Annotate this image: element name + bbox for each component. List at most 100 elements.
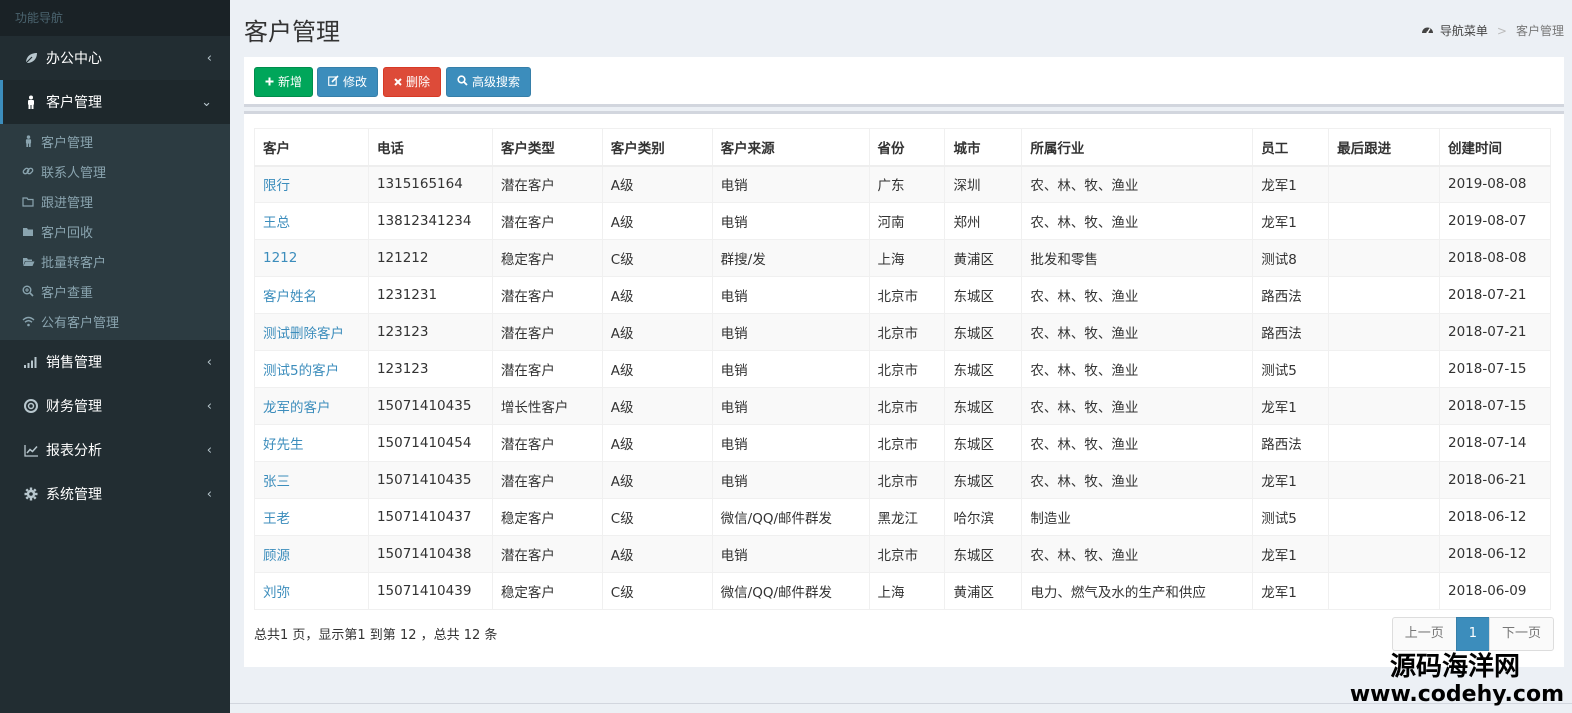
sidebar-subitem-duplicate-check[interactable]: 客户查重 [0,276,230,306]
chevron-left-icon: ‹ [206,398,212,414]
page-1-button[interactable]: 1 [1455,617,1490,651]
customer-name-link[interactable]: 测试删除客户 [254,313,369,351]
table-cell: 潜在客户 [491,313,603,351]
customer-name-link[interactable]: 龙军的客户 [254,387,369,425]
table-cell: 东城区 [944,535,1023,573]
customer-name-link[interactable]: 客户姓名 [254,276,369,314]
customer-name-link[interactable]: 张三 [254,461,369,499]
table-row[interactable]: 顾源 15071410438 潜在客户 A级 电销 北京市 东城区 农、林、牧、渔业 龙军1 20… [254,535,1552,573]
column-header[interactable]: 电话 [367,128,493,167]
table-cell: 测试5 [1252,350,1330,388]
add-button[interactable]: 新增 [254,67,314,97]
table-row[interactable]: 龙军的客户 15071410435 增长性客户 A级 电销 北京市 东城区 农、林、牧、渔业龙… [254,387,1552,425]
customer-name-link[interactable]: 顾源 [254,535,369,573]
sidebar-subitem-label: 联系人管理 [41,165,107,181]
table-row[interactable]: 好先生 15071410454 潜在客户 A级 电销 北京市 东城区 农、林、牧、渔业 路西法 2… [254,424,1552,462]
sidebar-subitem-public-customer[interactable]: 公有客户管理 [0,306,230,336]
table-cell: 路西法 [1252,276,1330,314]
table-cell: 测试8 [1252,239,1330,277]
column-header[interactable]: 客户类型 [491,128,603,167]
sidebar-item-report[interactable]: 报表分析 ‹ [0,428,230,472]
table-cell: 北京市 [868,387,946,425]
table-row[interactable]: 刘弥 15071410439 稳定客户 C级 微信/QQ/邮件群发 上海 黄浦区 电力、燃气及… [254,572,1552,610]
table-cell: 15071410439 [367,572,493,610]
table-cell: 2019-08-08 [1438,165,1552,203]
table-cell: 潜在客户 [491,202,603,240]
sidebar-item-system[interactable]: 系统管理 ‹ [0,472,230,516]
table-cell: 2018-07-21 [1438,313,1552,351]
customer-name-link[interactable]: 王老 [254,498,369,536]
table-cell: 龙军1 [1252,461,1330,499]
sidebar-item-office[interactable]: 办公中心 ‹ [0,36,230,80]
column-header[interactable]: 省份 [868,128,946,167]
prev-page-button[interactable]: 上一页 [1391,617,1457,651]
leaf-icon [21,51,41,65]
table-cell: 2018-08-08 [1438,239,1552,277]
folder-outline-icon [20,196,36,207]
edit-button[interactable]: 修改 [317,67,379,97]
breadcrumb-home[interactable]: 导航菜单 [1440,22,1488,39]
table-row[interactable]: 客户姓名 1231231 潜在客户 A级 电销 北京市 东城区 农、林、牧、渔业 路西法 2018… [254,276,1552,314]
table-row[interactable]: 王老 15071410437 稳定客户 C级 微信/QQ/邮件群发 黑龙江 哈尔滨 制造业 测试… [254,498,1552,536]
table-cell [1328,350,1440,388]
search-icon [457,68,468,96]
chevron-left-icon: ‹ [206,354,212,370]
table-cell [1328,461,1440,499]
customer-name-link[interactable]: 限行 [254,165,369,203]
table-cell: 潜在客户 [491,350,603,388]
customer-name-link[interactable]: 好先生 [254,424,369,462]
table-cell: 电销 [711,387,870,425]
advanced-search-button[interactable]: 高级搜索 [446,67,532,97]
customer-name-link[interactable]: 1212 [254,239,369,277]
table-row[interactable]: 1212 121212 稳定客户 C级 群搜/发 上海 黄浦区 批发和零售 测试8 2018-08… [254,239,1552,277]
table-cell: 北京市 [868,424,946,462]
sidebar-item-customer[interactable]: 客户管理 ⌄ [0,80,230,124]
customer-name-link[interactable]: 刘弥 [254,572,369,610]
customer-name-link[interactable]: 王总 [254,202,369,240]
column-header[interactable]: 客户来源 [711,128,870,167]
table-row[interactable]: 测试删除客户 123123 潜在客户 A级 电销 北京市 东城区 农、林、牧、渔业 路西法 201… [254,313,1552,351]
table-cell: 上海 [868,239,946,277]
sidebar-subitem-followup[interactable]: 跟进管理 [0,186,230,216]
table-cell: 微信/QQ/邮件群发 [711,572,870,610]
sidebar-subitem-recycle[interactable]: 客户回收 [0,216,230,246]
table-cell: 郑州 [944,202,1023,240]
table-cell: 北京市 [868,350,946,388]
column-header[interactable]: 最后跟进 [1328,128,1440,167]
gear-icon [21,487,41,501]
column-header[interactable]: 客户 [254,128,369,167]
chevron-left-icon: ‹ [206,486,212,502]
table-cell: 123123 [367,313,493,351]
table-cell: 农、林、牧、渔业 [1021,276,1254,314]
table-cell: 河南 [868,202,946,240]
table-cell: 农、林、牧、渔业 [1021,387,1254,425]
column-header[interactable]: 城市 [944,128,1023,167]
table-row[interactable]: 张三 15071410435 潜在客户 A级 电销 北京市 东城区 农、林、牧、渔业 龙军1 20… [254,461,1552,499]
delete-button[interactable]: 删除 [383,67,442,97]
table-cell: 15071410435 [367,387,493,425]
lifebuoy-icon [21,399,41,413]
table-cell [1328,202,1440,240]
sidebar: 功能导航 办公中心 ‹ 客户管理 ⌄ 客户管理 联系人管理 跟进管理 客户回收 … [0,0,230,713]
table-cell: 2018-07-14 [1438,424,1552,462]
sidebar-item-finance[interactable]: 财务管理 ‹ [0,384,230,428]
advanced-search-button-label: 高级搜索 [472,75,521,89]
chevron-left-icon: ‹ [206,442,212,458]
customer-name-link[interactable]: 测试5的客户 [254,350,369,388]
sidebar-subitem-contacts[interactable]: 联系人管理 [0,156,230,186]
column-header[interactable]: 客户类别 [601,128,713,167]
table-cell: 电销 [711,424,870,462]
column-header[interactable]: 所属行业 [1021,128,1254,167]
table-row[interactable]: 测试5的客户 123123 潜在客户 A级 电销 北京市 东城区 农、林、牧、渔业 测试5 201… [254,350,1552,388]
table-cell: 潜在客户 [491,461,603,499]
column-header[interactable]: 创建时间 [1438,128,1552,167]
sidebar-subitem-batch-transfer[interactable]: 批量转客户 [0,246,230,276]
next-page-button[interactable]: 下一页 [1488,617,1554,651]
table-row[interactable]: 限行 1315165164 潜在客户 A级 电销 广东 深圳 农、林、牧、渔业 龙军1 2019-… [254,165,1552,203]
sidebar-header: 功能导航 [0,0,230,36]
table-cell: A级 [601,424,713,462]
sidebar-subitem-customer-manage[interactable]: 客户管理 [0,126,230,156]
sidebar-item-sales[interactable]: 销售管理 ‹ [0,340,230,384]
table-row[interactable]: 王总 13812341234 潜在客户 A级 电销 河南 郑州 农、林、牧、渔业 龙军1 2019… [254,202,1552,240]
column-header[interactable]: 员工 [1252,128,1330,167]
